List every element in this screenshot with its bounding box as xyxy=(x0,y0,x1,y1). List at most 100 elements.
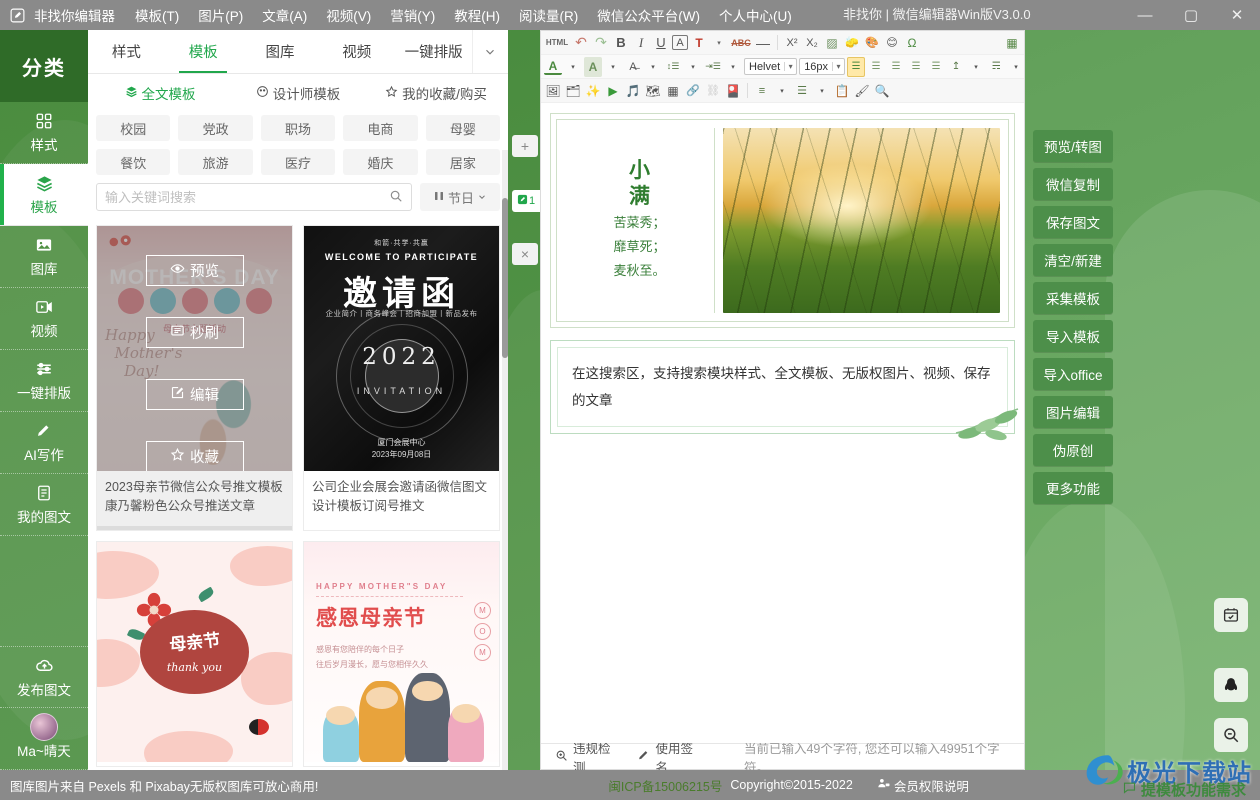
collect-template-button[interactable]: 采集模板 xyxy=(1033,282,1113,314)
subtab-full-template[interactable]: 全文模板 xyxy=(94,83,226,103)
align-distribute-button[interactable]: ☰ xyxy=(927,57,945,77)
font-family-select[interactable]: Helvet ▾ xyxy=(744,58,798,75)
menu-item-article[interactable]: 文章(A) xyxy=(262,5,307,25)
wechat-copy-button[interactable]: 微信复制 xyxy=(1033,168,1113,200)
search-box[interactable] xyxy=(96,183,412,211)
pseudo-original-button[interactable]: 伪原创 xyxy=(1033,434,1113,466)
indent-arrow[interactable]: ▾ xyxy=(724,57,742,77)
plus-icon[interactable]: + xyxy=(512,135,538,157)
chip-maternity[interactable]: 母婴 xyxy=(425,115,501,141)
chip-workplace[interactable]: 职场 xyxy=(260,115,336,141)
sidebar-item-video[interactable]: 视频 xyxy=(0,288,88,350)
paste-button[interactable]: 📋 xyxy=(833,81,851,101)
ordered-list-arrow[interactable]: ▾ xyxy=(773,81,791,101)
zoom-out-icon[interactable] xyxy=(1214,718,1248,752)
font-size-select[interactable]: 16px ▾ xyxy=(799,58,846,75)
save-article-button[interactable]: 保存图文 xyxy=(1033,206,1113,238)
content-block-solar-term[interactable]: 小 满 苦菜秀； 靡草死； 麦秋至。 xyxy=(550,113,1015,328)
insert-multi-image-button[interactable]: 🗂 xyxy=(564,81,582,101)
editor-canvas[interactable]: 小 满 苦菜秀； 靡草死； 麦秋至。 在这搜索区，支持搜索模块样式、全文模板、无… xyxy=(541,103,1024,743)
find-button[interactable]: 🔍 xyxy=(873,81,891,101)
sidebar-item-ai-writing[interactable]: AI写作 xyxy=(0,412,88,474)
vertical-align-arrow[interactable]: ▾ xyxy=(967,57,985,77)
insert-card-button[interactable]: 🎴 xyxy=(724,81,742,101)
eraser-button[interactable]: 🧽 xyxy=(843,33,861,53)
qq-icon[interactable] xyxy=(1214,668,1248,702)
content-block-search-tip[interactable]: 在这搜索区，支持搜索模块样式、全文模板、无版权图片、视频、保存的文章 xyxy=(550,340,1019,441)
tab-style[interactable]: 样式 xyxy=(88,30,165,73)
preview-convert-button[interactable]: 预览/转图 xyxy=(1033,130,1113,162)
sidebar-item-user[interactable]: Ma~晴天 xyxy=(0,708,88,770)
holiday-filter-dropdown[interactable]: 节日 xyxy=(420,183,500,211)
bold-button[interactable]: B xyxy=(612,33,630,53)
template-card[interactable]: 母亲节 thank you xyxy=(96,540,293,767)
more-functions-button[interactable]: 更多功能 xyxy=(1033,472,1113,504)
clear-format-arrow[interactable]: ▾ xyxy=(644,57,662,77)
close-button[interactable]: ✕ xyxy=(1214,0,1260,30)
unordered-list-button[interactable]: ☰ xyxy=(793,81,811,101)
align-left-button[interactable]: ☰ xyxy=(847,56,866,77)
chip-party[interactable]: 党政 xyxy=(178,115,253,141)
chip-catering[interactable]: 餐饮 xyxy=(96,149,171,175)
paragraph-spacing-arrow[interactable]: ▾ xyxy=(1007,57,1025,77)
pattern-button[interactable]: ▨ xyxy=(823,33,841,53)
favorite-button[interactable]: 收藏 xyxy=(145,440,244,471)
subscript-button[interactable]: X₂ xyxy=(803,33,821,53)
tab-template[interactable]: 模板 xyxy=(165,30,242,73)
table-grid-button[interactable]: ▦ xyxy=(1003,33,1021,53)
template-card[interactable]: 和箭·共学·共赢 WELCOME TO PARTICIPATE 邀请函 企业简介… xyxy=(303,225,500,531)
html-source-button[interactable]: HTML xyxy=(544,33,570,53)
sidebar-item-style[interactable]: 样式 xyxy=(0,102,88,164)
font-color-button[interactable]: A xyxy=(544,59,562,75)
tab-one-click-layout[interactable]: 一键排版 xyxy=(395,30,472,73)
emoji-button[interactable]: 😊 xyxy=(883,33,901,53)
line-height-arrow[interactable]: ▾ xyxy=(684,57,702,77)
align-right-button[interactable]: ☰ xyxy=(887,57,905,77)
special-char-button[interactable]: Ω xyxy=(903,33,921,53)
subtab-designer-template[interactable]: 设计师模板 xyxy=(232,83,364,103)
clear-format-button[interactable]: A̶ xyxy=(624,57,642,77)
close-icon[interactable]: × xyxy=(512,243,538,265)
insert-map-button[interactable]: 🗺 xyxy=(644,81,662,101)
chip-home[interactable]: 居家 xyxy=(425,149,501,175)
menu-item-template[interactable]: 模板(T) xyxy=(135,5,179,25)
tab-gallery[interactable]: 图库 xyxy=(242,30,319,73)
font-color-arrow[interactable]: ▾ xyxy=(564,57,582,77)
image-edit-button[interactable]: 图片编辑 xyxy=(1033,396,1113,428)
sidebar-item-one-click-layout[interactable]: 一键排版 xyxy=(0,350,88,412)
menu-item-readcount[interactable]: 阅读量(R) xyxy=(519,5,578,25)
chip-travel[interactable]: 旅游 xyxy=(178,149,253,175)
chip-medical[interactable]: 医疗 xyxy=(260,149,336,175)
insert-video-button[interactable]: ▶ xyxy=(604,81,622,101)
footer-icp[interactable]: 闽ICP备15006215号 xyxy=(608,776,722,795)
align-justify-button[interactable]: ☰ xyxy=(907,57,925,77)
magic-wand-button[interactable]: ✨ xyxy=(584,81,602,101)
horizontal-rule-button[interactable]: — xyxy=(754,33,772,53)
unlink-button[interactable]: ⛓ xyxy=(704,81,722,101)
tab-video[interactable]: 视频 xyxy=(318,30,395,73)
import-office-button[interactable]: 导入office xyxy=(1033,358,1113,390)
sidebar-item-publish[interactable]: 发布图文 xyxy=(0,646,88,708)
text-format-arrow[interactable]: ▾ xyxy=(710,33,728,53)
chip-ecommerce[interactable]: 电商 xyxy=(343,115,418,141)
template-card[interactable]: HAPPY MOTHER"S DAY 感恩母亲节 感恩有您陪伴的每个日子 往后岁… xyxy=(303,540,500,767)
insert-audio-button[interactable]: 🎵 xyxy=(624,81,642,101)
menu-item-video[interactable]: 视频(V) xyxy=(326,5,371,25)
redo-button[interactable]: ↷ xyxy=(592,33,610,53)
document-tab[interactable]: 1 xyxy=(512,190,540,212)
palette-button[interactable]: 🎨 xyxy=(863,33,881,53)
menu-item-wechat-platform[interactable]: 微信公众平台(W) xyxy=(597,5,700,25)
align-center-button[interactable]: ☰ xyxy=(867,57,885,77)
template-card[interactable]: MOTHER'S DAY 母亲节主题活动 Happy Mother's Day!… xyxy=(96,225,293,531)
text-format-button[interactable]: T xyxy=(690,33,708,53)
highlight-color-button[interactable]: A xyxy=(584,56,602,77)
insert-image-button[interactable]: 🖼 xyxy=(544,81,562,101)
maximize-button[interactable]: ▢ xyxy=(1168,0,1214,30)
menu-item-user-center[interactable]: 个人中心(U) xyxy=(719,5,792,25)
ordered-list-button[interactable]: ≡ xyxy=(753,81,771,101)
highlight-color-arrow[interactable]: ▾ xyxy=(604,57,622,77)
italic-button[interactable]: I xyxy=(632,33,650,53)
unordered-list-arrow[interactable]: ▾ xyxy=(813,81,831,101)
insert-link-button[interactable]: 🔗 xyxy=(684,81,702,101)
insert-table-button[interactable]: ▦ xyxy=(664,81,682,101)
